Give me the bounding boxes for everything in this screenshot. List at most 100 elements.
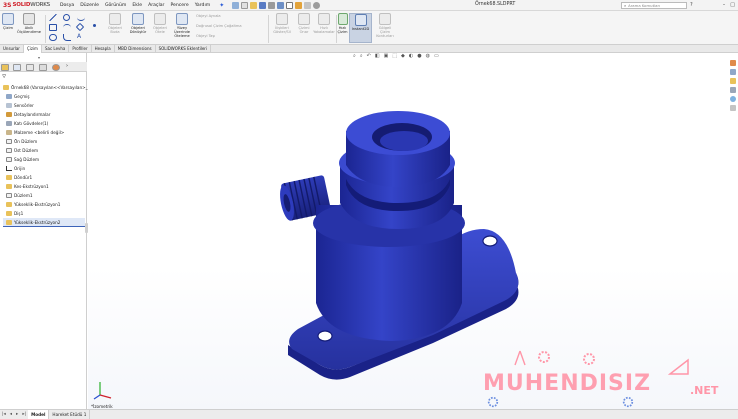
- rectangle-icon[interactable]: [49, 24, 57, 31]
- tree-item-cut-extrude1[interactable]: Kes-Ekstrüzyon1: [6, 182, 49, 190]
- circle-icon[interactable]: [63, 14, 70, 21]
- file-properties-icon[interactable]: [304, 1, 312, 9]
- tree-item-annotations[interactable]: Detaylandırmalar: [6, 110, 50, 118]
- open-folder-icon[interactable]: [250, 1, 258, 9]
- bottom-tab-bar: |◂ ◂ ▸ ▸| Model Hareket Etüdü 1: [0, 409, 738, 419]
- tree-item-solid-bodies[interactable]: Katı Gövdeler(1): [6, 119, 48, 127]
- select-icon[interactable]: [286, 1, 294, 9]
- quick-snaps-button[interactable]: Hızlı Yakalamalar: [313, 13, 335, 34]
- plane-icon: [6, 192, 12, 198]
- watermark-suffix: .NET: [690, 384, 719, 397]
- tab-sheet-metal[interactable]: Sac Levha: [42, 45, 70, 53]
- more-tabs-icon[interactable]: ›: [66, 64, 74, 71]
- last-tab-icon[interactable]: ▸|: [22, 412, 26, 417]
- new-document-icon[interactable]: [241, 1, 249, 9]
- print-icon[interactable]: [268, 1, 276, 9]
- offset-entities-button[interactable]: Objeleri Ötele: [150, 13, 170, 34]
- watermark-gear-icon: [622, 396, 634, 408]
- tree-item-plane1[interactable]: Düzlem1: [6, 191, 33, 199]
- options-gear-icon[interactable]: [313, 1, 321, 9]
- rebuild-icon[interactable]: [295, 1, 303, 9]
- slot-icon[interactable]: [49, 34, 57, 41]
- repair-sketch-button[interactable]: Çizimi Onar: [295, 13, 313, 34]
- menu-tools[interactable]: Araçlar: [148, 3, 164, 8]
- arc-icon[interactable]: [63, 24, 71, 31]
- rollback-bar[interactable]: [3, 226, 85, 227]
- convert-entities-button[interactable]: Objeleri Dönüştür: [127, 13, 149, 34]
- fillet-icon[interactable]: [63, 34, 71, 41]
- move-entities-button[interactable]: Objeyi Taşı: [196, 34, 236, 38]
- tree-item-front-plane[interactable]: Ön Düzlem: [6, 137, 37, 145]
- tree-item-origin[interactable]: Orijin: [6, 164, 25, 172]
- linear-sketch-pattern-button[interactable]: Doğrusal Çizim Çoğaltma: [196, 24, 266, 28]
- tree-item-history[interactable]: Geçmiş: [6, 92, 30, 100]
- panel-expand-icon[interactable]: ▾: [38, 55, 40, 60]
- title-bar: 3S SOLIDWORKS Dosya Düzenle Görünüm Ekle…: [0, 0, 738, 11]
- tree-item-right-plane[interactable]: Sağ Düzlem: [6, 155, 39, 163]
- trim-entities-button[interactable]: Objeleri Buda: [104, 13, 126, 34]
- tab-solidworks-addins[interactable]: SOLIDWORKS Eklentileri: [156, 45, 212, 53]
- prev-tab-icon[interactable]: ◂: [10, 412, 12, 417]
- menu-help[interactable]: Yardım: [195, 3, 210, 8]
- undo-icon[interactable]: [277, 1, 285, 9]
- tree-item-revolve1[interactable]: Döndür1: [6, 173, 32, 181]
- shaded-sketch-contours-button[interactable]: Gölgeli Çizim Konturları: [374, 13, 396, 38]
- menu-edit[interactable]: Düzenle: [80, 3, 99, 8]
- tree-root-part[interactable]: Örnek68 (Varsayılan<<Varsayılan>_Gö: [3, 83, 94, 91]
- polygon-icon[interactable]: [75, 22, 85, 32]
- tab-sketch[interactable]: Çizim: [23, 45, 42, 53]
- tree-item-boss-extrude1[interactable]: Yükseklik-Ekstrüzyon1: [6, 200, 60, 208]
- tab-profiles[interactable]: Profiller: [69, 45, 92, 53]
- watermark-gear-icon: [487, 396, 499, 408]
- tab-mbd-dimensions[interactable]: MBD Dimensions: [115, 45, 156, 53]
- first-tab-icon[interactable]: |◂: [2, 412, 6, 417]
- origin-icon: [6, 165, 12, 171]
- tree-item-thread1[interactable]: Diş1: [6, 209, 23, 217]
- help-icon[interactable]: ?: [690, 2, 693, 8]
- spline-icon[interactable]: [77, 14, 85, 21]
- filter-icon[interactable]: ⛛: [2, 74, 6, 80]
- display-manager-tab-icon[interactable]: [52, 64, 60, 71]
- configuration-manager-tab-icon[interactable]: [26, 64, 34, 71]
- pin-icon[interactable]: ✦: [219, 2, 224, 9]
- search-commands-input[interactable]: ⌕ Arama Komutları: [621, 2, 687, 9]
- part-icon: [3, 84, 9, 90]
- next-tab-icon[interactable]: ▸: [16, 412, 18, 417]
- display-relations-button[interactable]: İlişkileri Göster/Sil: [270, 13, 294, 34]
- sketch-icon: [2, 13, 14, 25]
- mirror-entities-button[interactable]: Objeyi Aynala: [196, 14, 251, 18]
- tab-evaluate[interactable]: Hesapla: [92, 45, 115, 53]
- offset-on-surface-button[interactable]: Yüzey Üzerinde Öteleme: [171, 13, 193, 38]
- dimxpert-tab-icon[interactable]: [39, 64, 47, 71]
- tree-item-material[interactable]: Malzeme <belirli değil>: [6, 128, 64, 136]
- save-icon[interactable]: [259, 1, 267, 9]
- menu-view[interactable]: Görünüm: [105, 3, 126, 8]
- ribbon-separator: [45, 15, 46, 43]
- tree-item-boss-extrude2[interactable]: Yükseklik-Ekstrüzyon2: [3, 218, 85, 226]
- rapid-sketch-button[interactable]: Hızlı Çizim: [337, 13, 348, 34]
- feature-manager-tab-icon[interactable]: [1, 64, 9, 71]
- 3d-part-model[interactable]: [88, 53, 738, 409]
- tree-item-sensors[interactable]: Sensörler: [6, 101, 34, 109]
- text-icon[interactable]: A: [77, 34, 85, 41]
- minimize-icon[interactable]: –: [723, 2, 726, 8]
- menu-file[interactable]: Dosya: [60, 3, 74, 8]
- graphics-area[interactable]: ⌕ ⌕ ↶ ◧ ▣ ⬚ ◆ ◐ ● ◍ ▭ *İzometrik: [88, 53, 738, 409]
- tab-motion-study-1[interactable]: Hareket Etüdü 1: [49, 410, 91, 419]
- smart-dimension-button[interactable]: Akıllı Ölçülendirme: [15, 13, 43, 34]
- plane-icon: [6, 156, 12, 162]
- tab-model[interactable]: Model: [28, 410, 50, 419]
- solidworks-logo[interactable]: 3S SOLIDWORKS: [3, 2, 50, 9]
- tab-features[interactable]: Unsurlar: [0, 45, 24, 53]
- menu-insert[interactable]: Ekle: [132, 3, 142, 8]
- tree-item-top-plane[interactable]: Üst Düzlem: [6, 146, 38, 154]
- watermark-gear-icon: [538, 351, 550, 363]
- line-icon[interactable]: [49, 14, 57, 21]
- instant2d-button[interactable]: Instant2D: [349, 13, 372, 43]
- point-icon[interactable]: [93, 24, 96, 27]
- menu-window[interactable]: Pencere: [170, 3, 188, 8]
- property-manager-tab-icon[interactable]: [13, 64, 21, 71]
- maximize-icon[interactable]: □: [730, 2, 735, 8]
- home-icon[interactable]: [232, 1, 240, 9]
- sketch-button[interactable]: Çizim: [2, 13, 14, 30]
